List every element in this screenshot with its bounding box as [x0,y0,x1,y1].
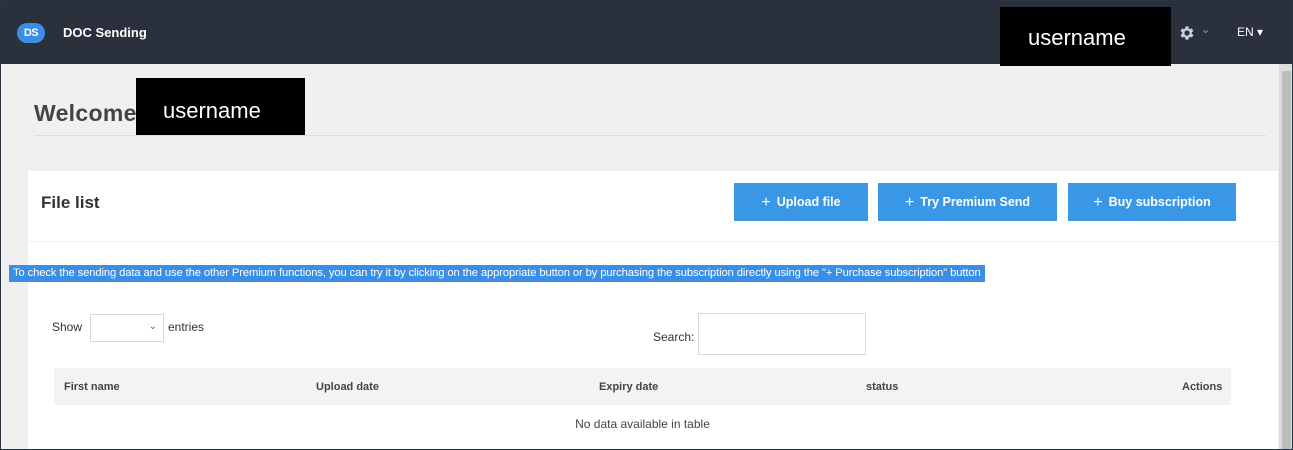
welcome-username-redacted: username [136,78,305,136]
gear-icon[interactable] [1178,24,1196,42]
file-list-title: File list [41,193,100,212]
try-premium-send-button[interactable]: + Try Premium Send [878,183,1057,221]
try-premium-send-label: Try Premium Send [920,195,1031,209]
language-selector[interactable]: EN ▾ [1237,25,1263,39]
buy-subscription-button[interactable]: + Buy subscription [1068,183,1236,221]
upload-file-label: Upload file [776,195,841,209]
app-window: DS DOC Sending username ⌄ EN ▾ Welcome u… [0,0,1293,450]
settings-chevron-down-icon[interactable]: ⌄ [1201,23,1210,36]
premium-notice-text: To check the sending data and use the ot… [9,265,985,282]
upload-file-button[interactable]: + Upload file [734,183,868,221]
username-redacted[interactable]: username [1000,7,1171,66]
app-logo[interactable]: DS [17,23,45,43]
scrollbar-thumb[interactable] [1282,71,1291,449]
column-header-expiry-date[interactable]: Expiry date [599,381,658,393]
column-header-first-name[interactable]: First name [64,381,120,393]
app-title[interactable]: DOC Sending [63,25,147,40]
entries-per-page-select[interactable]: ⌄ [90,314,164,342]
plus-icon: + [1093,194,1103,211]
search-input[interactable] [698,313,866,355]
divider [34,135,1266,136]
top-navbar: DS DOC Sending username ⌄ EN ▾ [1,1,1292,66]
card-header-divider [28,241,1278,242]
column-header-status[interactable]: status [866,381,898,393]
show-label: Show [52,320,83,334]
empty-table-message: No data available in table [575,417,710,431]
search-label: Search: [653,330,695,344]
page-title: Welcome [34,100,137,126]
chevron-down-icon: ⌄ [148,321,157,332]
entries-label: entries [168,320,205,334]
plus-icon: + [904,194,915,211]
plus-icon: + [761,194,771,211]
buy-subscription-label: Buy subscription [1108,195,1211,209]
column-header-actions[interactable]: Actions [1182,381,1222,393]
column-header-upload-date[interactable]: Upload date [316,381,379,393]
